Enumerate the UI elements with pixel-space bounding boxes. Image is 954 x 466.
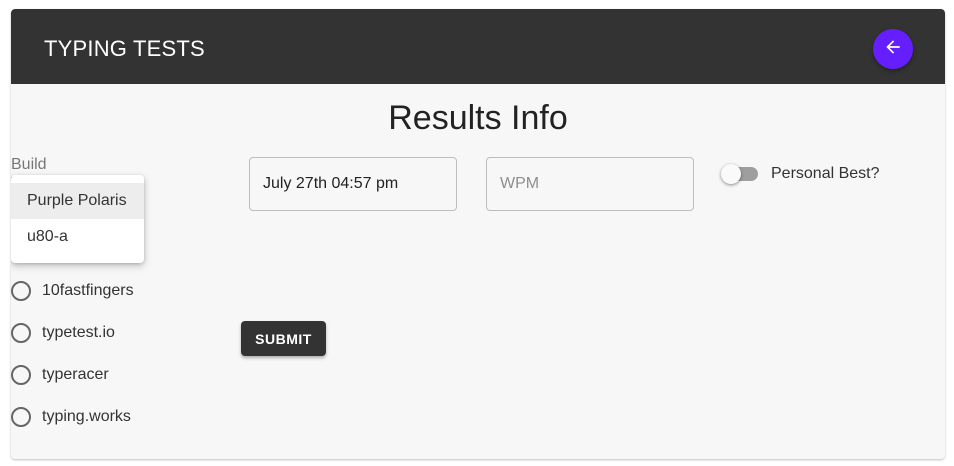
radio-unchecked-icon[interactable] xyxy=(11,323,31,343)
build-select-label: Build xyxy=(11,156,47,173)
radio-label: typetest.io xyxy=(42,324,115,341)
page-title: Results Info xyxy=(388,99,568,137)
app-title: TYPING TESTS xyxy=(44,36,205,61)
app-bar: TYPING TESTS xyxy=(11,9,945,84)
date-input[interactable] xyxy=(250,158,456,210)
build-dropdown-menu: Purple Polaris u80-a xyxy=(11,175,144,263)
radio-option[interactable]: typeracer xyxy=(11,354,134,396)
radio-unchecked-icon[interactable] xyxy=(11,407,31,427)
radio-unchecked-icon[interactable] xyxy=(11,365,31,385)
radio-option[interactable]: typing.works xyxy=(11,396,134,438)
personal-best-toggle[interactable]: Personal Best? xyxy=(721,164,880,184)
test-site-radio-group: 10fastfingers typetest.io typeracer typi… xyxy=(11,270,134,438)
toggle-thumb[interactable] xyxy=(721,164,741,184)
radio-label: typeracer xyxy=(42,366,109,383)
personal-best-label: Personal Best? xyxy=(771,165,880,182)
radio-option[interactable]: 10fastfingers xyxy=(11,270,134,312)
date-field[interactable] xyxy=(249,157,457,211)
radio-label: typing.works xyxy=(42,408,131,425)
build-option-u80-a[interactable]: u80-a xyxy=(11,219,144,255)
back-button[interactable] xyxy=(873,29,913,69)
radio-unchecked-icon[interactable] xyxy=(11,281,31,301)
submit-button[interactable]: SUBMIT xyxy=(241,321,326,356)
build-option-purple-polaris[interactable]: Purple Polaris xyxy=(11,183,144,219)
radio-label: 10fastfingers xyxy=(42,282,134,299)
radio-option[interactable]: typetest.io xyxy=(11,312,134,354)
results-card: TYPING TESTS Results Info Build 10fastfi… xyxy=(11,9,945,459)
wpm-field[interactable] xyxy=(486,157,694,211)
wpm-input[interactable] xyxy=(487,158,693,210)
toggle-track[interactable] xyxy=(721,164,758,184)
arrow-left-icon xyxy=(883,37,903,62)
